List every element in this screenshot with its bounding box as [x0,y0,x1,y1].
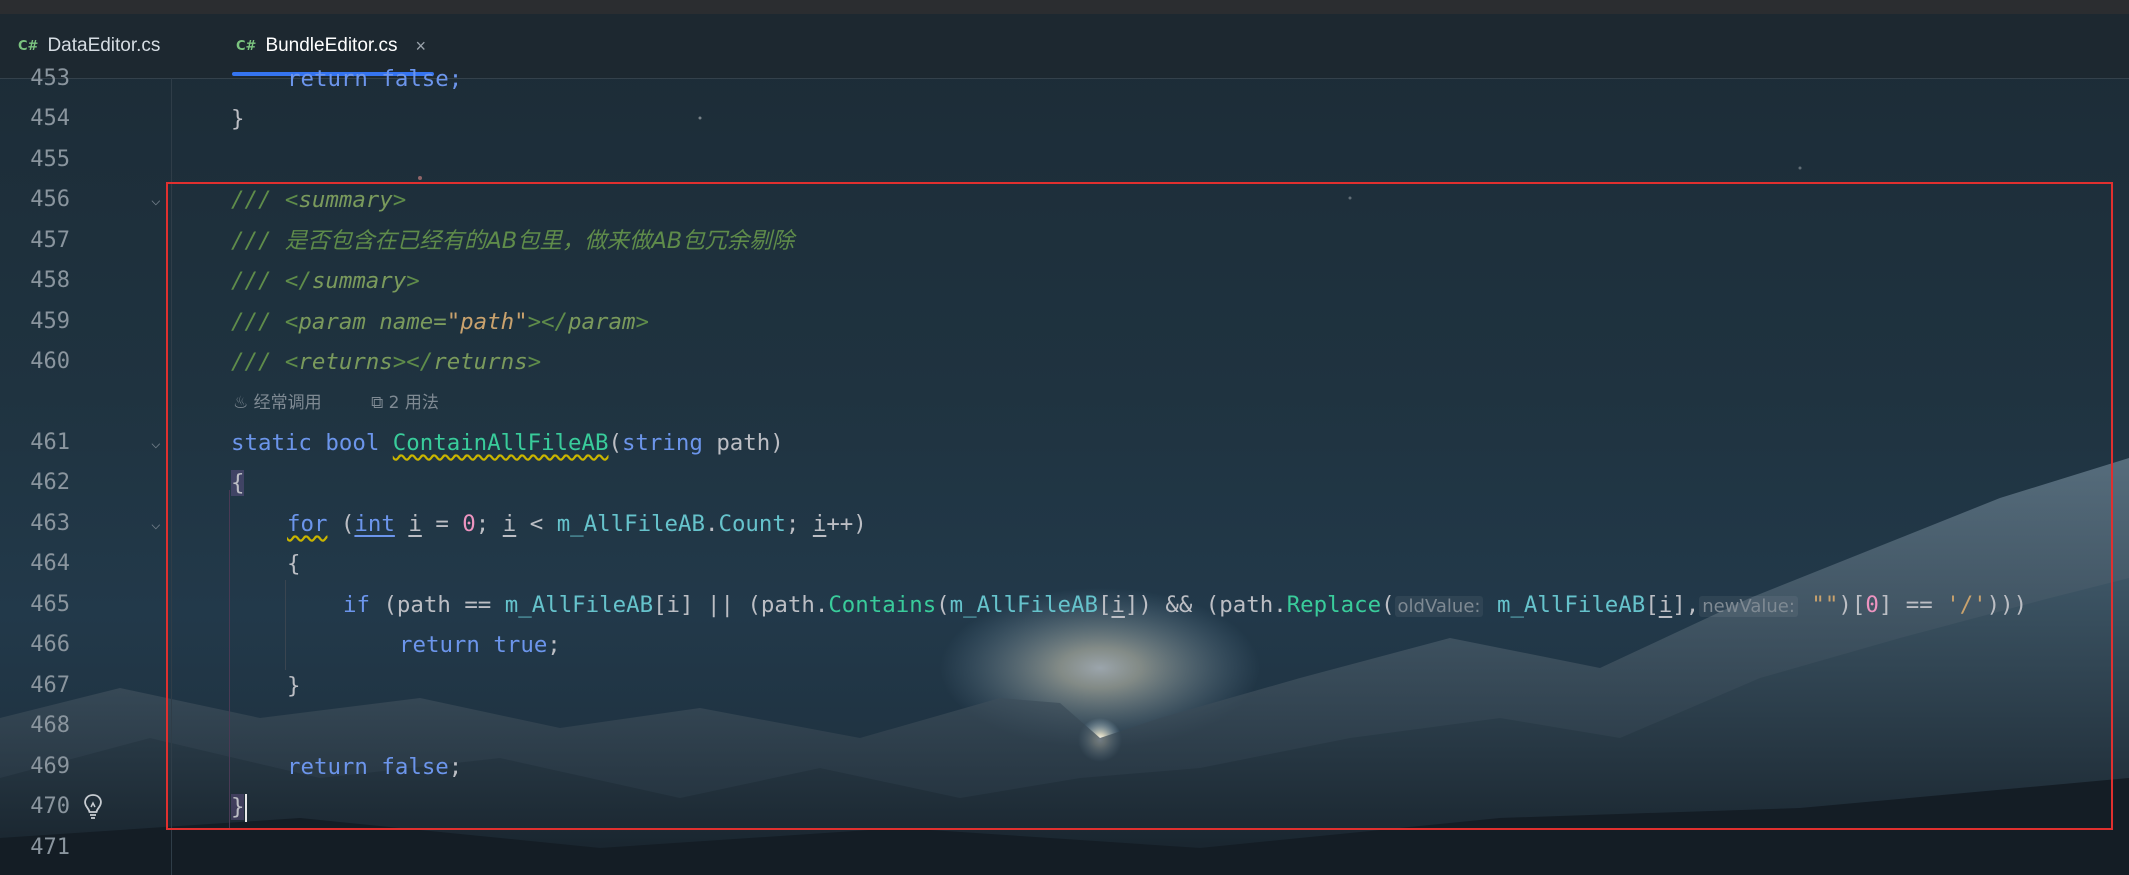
fold-chevron-icon[interactable]: ⌵ [151,423,161,463]
line-number[interactable]: 468 [0,706,70,746]
line-number[interactable]: 464 [0,544,70,584]
code-line-454[interactable]: } [231,99,244,139]
line-number[interactable]: 456 [0,180,70,220]
lightbulb-icon[interactable] [82,793,104,819]
line-number[interactable]: 455 [0,140,70,180]
highlight-annotation-box [166,182,2113,830]
line-number[interactable]: 458 [0,261,70,301]
line-number[interactable]: 463 [0,504,70,544]
line-number[interactable]: 453 [0,59,70,99]
line-number[interactable]: 470 [0,787,70,827]
csharp-file-icon: C# [236,38,257,54]
line-number[interactable]: 471 [0,828,70,868]
fold-chevron-icon[interactable]: ⌵ [151,180,161,220]
line-number[interactable]: 461 [0,423,70,463]
line-number[interactable]: 457 [0,221,70,261]
code-text: } [231,106,245,132]
line-number[interactable]: 462 [0,463,70,503]
line-number[interactable]: 459 [0,302,70,342]
line-number[interactable]: 466 [0,625,70,665]
tab-label: BundleEditor.cs [265,35,398,56]
line-number[interactable]: 460 [0,342,70,382]
line-number[interactable]: 469 [0,747,70,787]
line-number[interactable]: 454 [0,99,70,139]
tab-label: DataEditor.cs [47,35,161,56]
close-tab-icon[interactable]: × [415,36,426,57]
line-number[interactable]: 465 [0,585,70,625]
code-text: return false; [287,66,463,92]
line-number[interactable]: 467 [0,666,70,706]
code-line-453[interactable]: return false; [287,59,462,99]
csharp-file-icon: C# [18,38,39,54]
fold-chevron-icon[interactable]: ⌵ [151,504,161,544]
title-bar [0,0,2129,14]
